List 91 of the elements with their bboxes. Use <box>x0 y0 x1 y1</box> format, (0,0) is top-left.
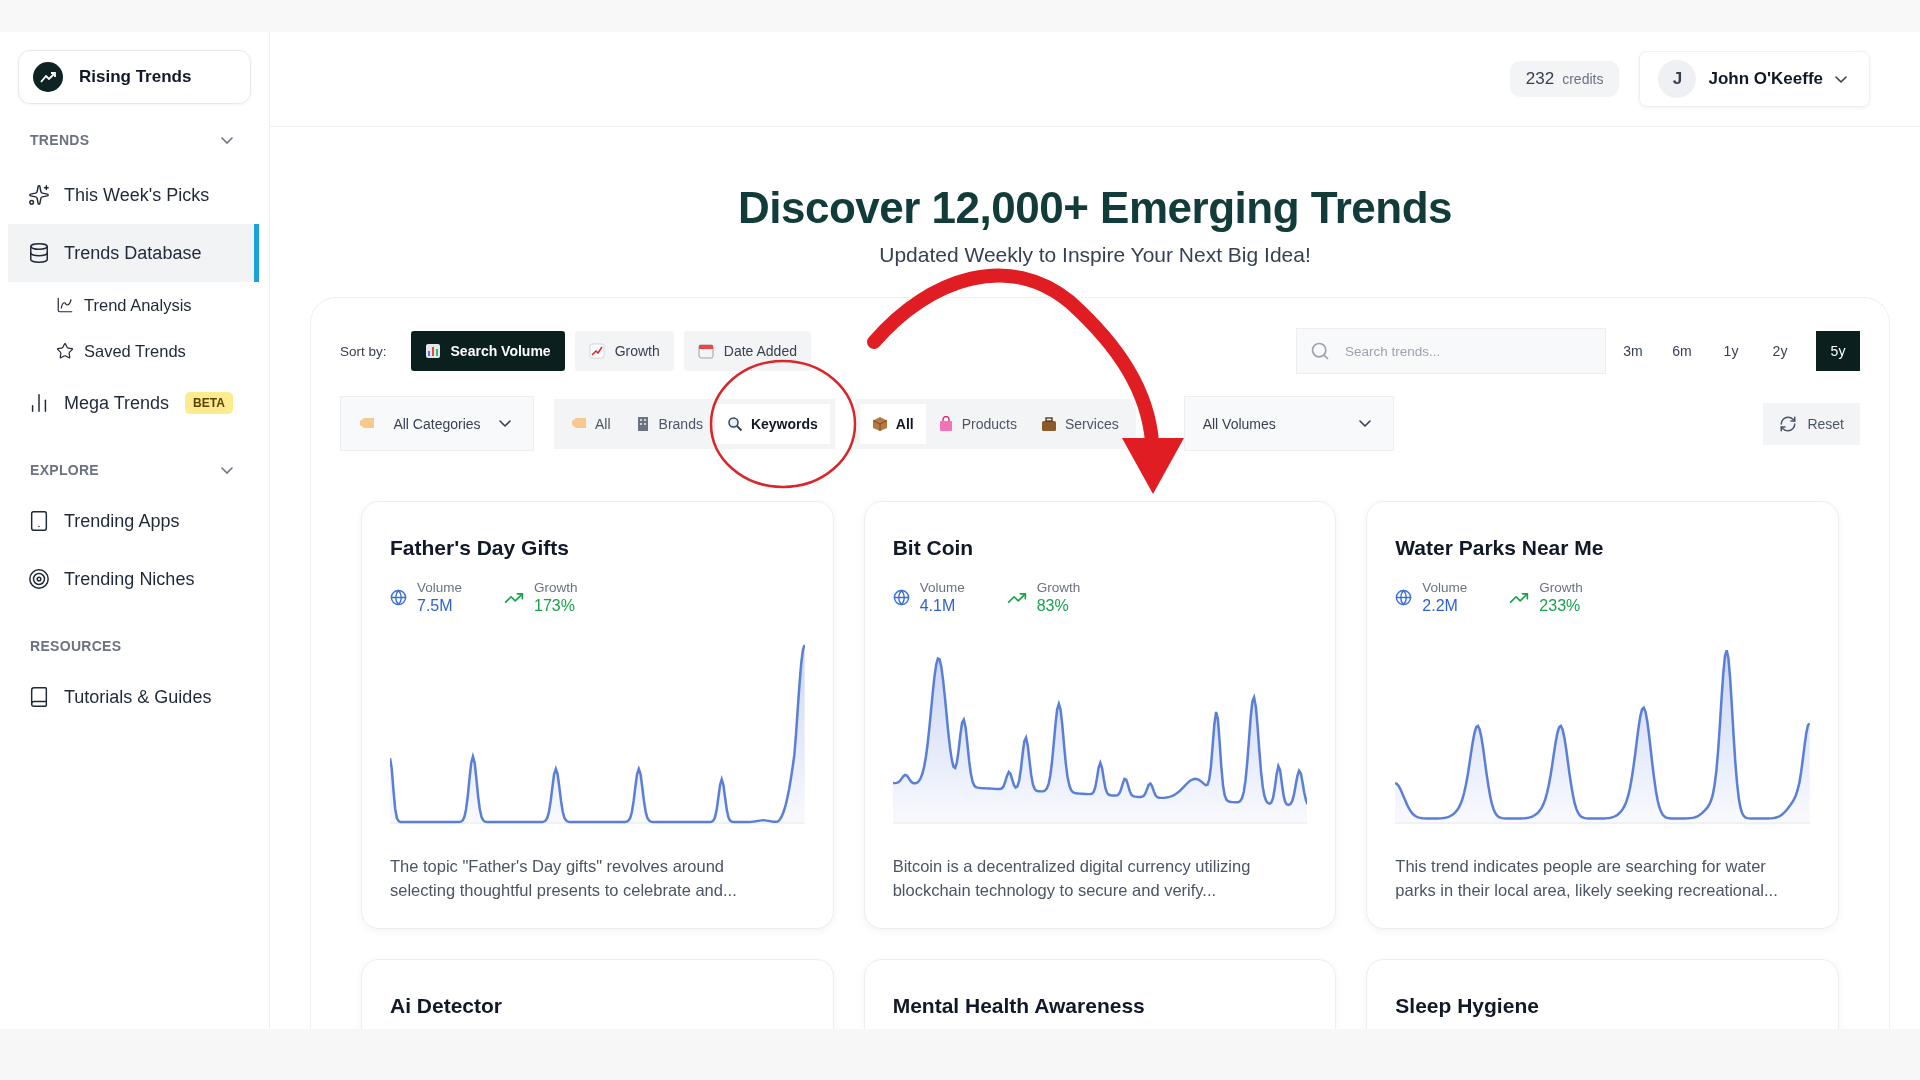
trend-card[interactable]: Water Parks Near Me Volume 2.2M Growth 233% This trend indicates people are searching for water parks in their local area, likely seeking recreational... <box>1366 501 1839 929</box>
globe-icon <box>892 589 910 606</box>
type-filter-button[interactable]: All <box>559 403 623 444</box>
stat-label: Volume <box>1422 580 1468 595</box>
growth-value: 233% <box>1539 597 1582 615</box>
trend-title: Father's Day Gifts <box>390 536 570 560</box>
trend-title: Sleep Hygiene <box>1395 994 1540 1018</box>
page-title: Discover 12,000+ Emerging Trends <box>738 183 1452 233</box>
line-chart-icon <box>588 343 605 359</box>
trend-title: Water Parks Near Me <box>1395 536 1605 560</box>
star-icon <box>56 342 74 360</box>
trend-title: Mental Health Awareness <box>892 994 1146 1018</box>
volume-value: 2.2M <box>1422 597 1459 615</box>
category-dropdown[interactable]: All Categories <box>340 396 534 451</box>
box-icon <box>871 415 888 432</box>
trend-title: Bit Coin <box>892 536 975 560</box>
sort-button[interactable]: Date Added <box>683 331 811 371</box>
trend-description: Bitcoin is a decentralized digital currency utilizing blockchain technology to secure and verify... <box>892 856 1252 901</box>
user-avatar: J <box>1658 60 1697 98</box>
globe-icon <box>390 589 407 606</box>
user-menu-button[interactable]: J John O'Keeffe <box>1639 51 1870 107</box>
sidebar-item[interactable]: Mega Trends BETA <box>8 374 259 432</box>
trend-card[interactable]: Ai Detector <box>361 959 834 1029</box>
sidebar-item[interactable]: Tutorials & Guides <box>8 668 259 726</box>
book-icon <box>28 686 50 708</box>
sidebar-subitem[interactable]: Trend Analysis <box>8 282 259 328</box>
stat-label: Growth <box>1539 580 1583 595</box>
trend-card[interactable]: Bit Coin Volume 4.1M Growth 83% Bitcoin is a decentralized digital currency utilizing blockchain technology to secure and verify... <box>863 501 1337 929</box>
growth-value: 173% <box>534 597 576 615</box>
search-icon <box>1310 341 1330 361</box>
trend-description: This trend indicates people are searching for water parks in their local area, likely seeking recreational... <box>1395 856 1779 901</box>
growth-value: 83% <box>1036 597 1070 615</box>
chevron-icon[interactable] <box>221 466 233 474</box>
sort-button[interactable]: Growth <box>574 331 674 371</box>
volume-value: 4.1M <box>919 597 957 615</box>
trend-card[interactable]: Mental Health Awareness <box>863 959 1337 1029</box>
tablet-icon <box>28 510 50 532</box>
chevron-icon[interactable] <box>221 136 233 144</box>
trend-description: The topic "Father's Day gifts" revolves around selecting thoughtful presents to celebrate and... <box>390 856 738 901</box>
trend-logo-icon <box>33 62 63 92</box>
stat-label: Growth <box>534 580 578 595</box>
type-filter-button[interactable]: Brands <box>622 403 715 444</box>
magnifier-icon <box>726 415 743 432</box>
sort-button[interactable]: Search Volume <box>410 331 565 371</box>
beta-badge: BETA <box>185 392 233 414</box>
shopping-bag-icon <box>937 415 954 432</box>
range-button[interactable]: 3m <box>1611 331 1655 371</box>
briefcase-icon <box>1041 415 1057 432</box>
target-icon <box>28 568 50 590</box>
kind-filter-button[interactable]: All <box>859 403 926 444</box>
credits-label: credits <box>1562 71 1604 87</box>
stat-label: Growth <box>1036 580 1081 595</box>
brand-name: Rising Trends <box>79 67 192 87</box>
sidebar-item[interactable]: Trends Database <box>8 224 259 282</box>
chevron-icon <box>499 420 511 427</box>
range-button[interactable]: 1y <box>1709 331 1753 371</box>
range-button[interactable]: 6m <box>1660 331 1704 371</box>
sparkles-icon <box>28 184 50 206</box>
range-button[interactable]: 5y <box>1816 331 1860 371</box>
refresh-icon <box>1779 414 1798 433</box>
section-title: RESOURCES <box>30 638 122 654</box>
page-subtitle: Updated Weekly to Inspire Your Next Big Idea! <box>879 243 1311 267</box>
kind-filter-button[interactable]: Services <box>1029 403 1131 444</box>
sidebar-item[interactable]: Trending Apps <box>8 492 259 550</box>
brand-logo-card[interactable]: Rising Trends <box>18 50 251 104</box>
stat-label: Volume <box>919 580 965 595</box>
stat-label: Volume <box>417 580 463 595</box>
volume-value: 7.5M <box>417 597 454 615</box>
section-title: TRENDS <box>30 132 90 148</box>
volume-dropdown[interactable]: All Volumes <box>1183 396 1394 451</box>
search-field[interactable]: Search trends... <box>1296 328 1606 374</box>
bar-chart-icon <box>424 343 441 359</box>
chevron-icon <box>1835 75 1847 83</box>
calendar-icon <box>697 343 714 359</box>
credits-count: 232 <box>1525 69 1555 89</box>
line-chart-icon <box>56 296 74 314</box>
trend-card[interactable]: Father's Day Gifts Volume 7.5M Growth 173% The topic "Father's Day gifts" revolves around selecting thoughtful presents to celebrate and... <box>361 501 834 929</box>
kind-filter-button[interactable]: Products <box>925 403 1029 444</box>
sidebar-item[interactable]: Trending Niches <box>8 550 259 608</box>
sidebar-item[interactable]: This Week's Picks <box>8 166 259 224</box>
globe-icon <box>1395 589 1413 606</box>
database-icon <box>28 242 50 264</box>
range-button[interactable]: 2y <box>1758 331 1802 371</box>
type-filter-button[interactable]: Keywords <box>714 403 830 444</box>
trend-card[interactable]: Sleep Hygiene <box>1366 959 1839 1029</box>
sidebar-subitem[interactable]: Saved Trends <box>8 328 259 374</box>
sort-label: Sort by: <box>340 343 387 359</box>
reset-button[interactable]: Reset <box>1763 402 1860 445</box>
section-title: EXPLORE <box>30 462 99 478</box>
trend-title: Ai Detector <box>390 994 504 1018</box>
chevron-icon <box>1358 420 1371 427</box>
